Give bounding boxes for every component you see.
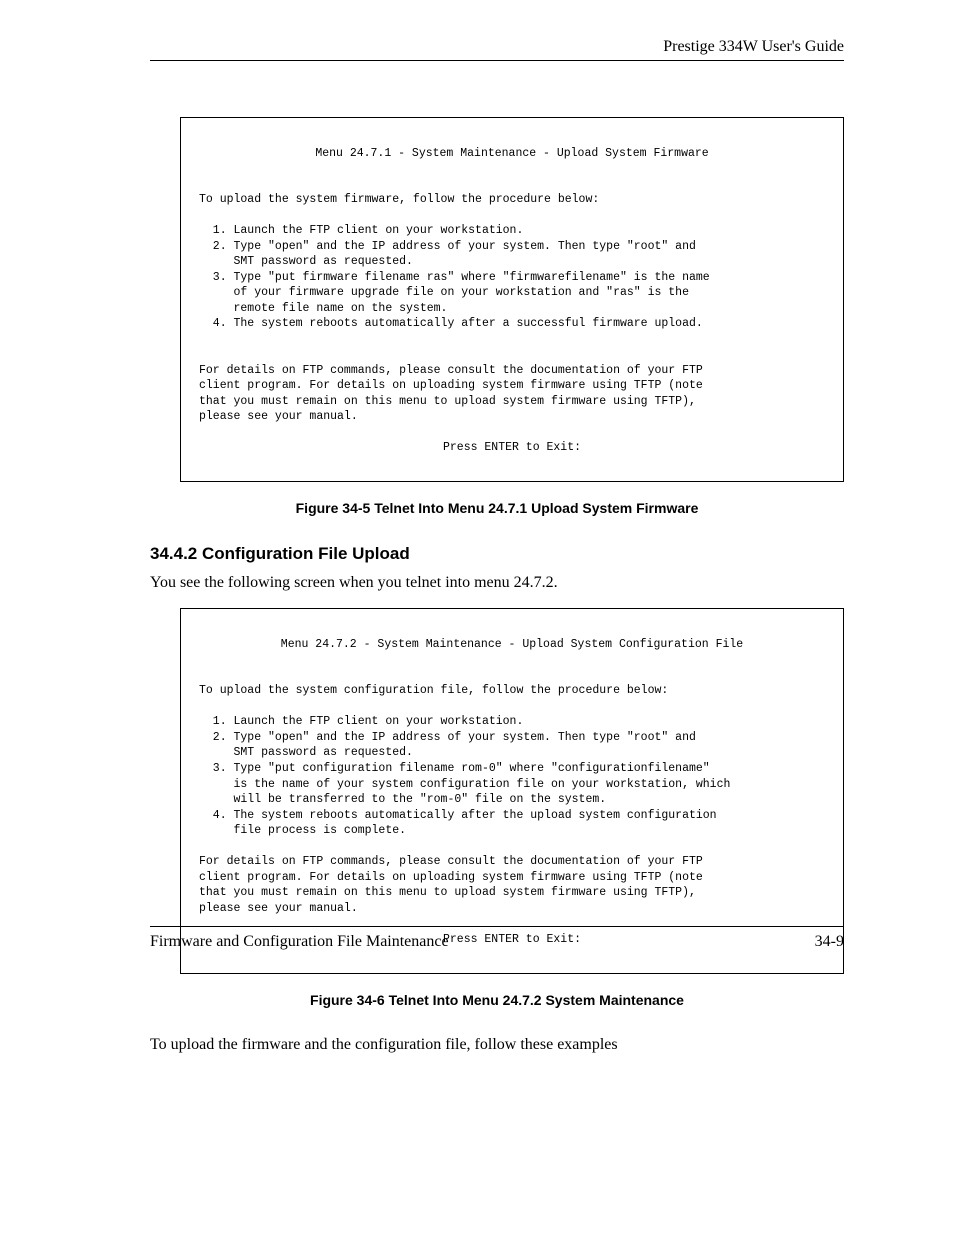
terminal-1-exit: Press ENTER to Exit:	[199, 440, 825, 456]
terminal-1-step2b: SMT password as requested.	[199, 255, 413, 268]
terminal-2-step3c: will be transferred to the "rom-0" file …	[199, 793, 606, 806]
terminal-2-details2: client program. For details on uploading…	[199, 871, 703, 884]
terminal-1-step2a: 2. Type "open" and the IP address of you…	[199, 240, 696, 253]
page: Prestige 334W User's Guide Menu 24.7.1 -…	[0, 0, 954, 1235]
terminal-1-title: Menu 24.7.1 - System Maintenance - Uploa…	[199, 146, 825, 162]
page-header: Prestige 334W User's Guide	[150, 38, 844, 61]
terminal-2-step1: 1. Launch the FTP client on your worksta…	[199, 715, 523, 728]
terminal-1-details3: that you must remain on this menu to upl…	[199, 395, 696, 408]
terminal-2-step2a: 2. Type "open" and the IP address of you…	[199, 731, 696, 744]
terminal-1-step4: 4. The system reboots automatically afte…	[199, 317, 703, 330]
terminal-2-step3b: is the name of your system configuration…	[199, 778, 730, 791]
section-intro: You see the following screen when you te…	[150, 574, 844, 592]
terminal-1-intro: To upload the system firmware, follow th…	[199, 193, 599, 206]
figure-caption-2: Figure 34-6 Telnet Into Menu 24.7.2 Syst…	[150, 992, 844, 1008]
terminal-1-step3c: remote file name on the system.	[199, 302, 447, 315]
figure-caption-1: Figure 34-5 Telnet Into Menu 24.7.1 Uplo…	[150, 500, 844, 516]
footer-left: Firmware and Configuration File Maintena…	[150, 933, 449, 951]
section-heading: 34.4.2 Configuration File Upload	[150, 544, 844, 564]
footer-right: 34-9	[815, 933, 844, 951]
terminal-2-step2b: SMT password as requested.	[199, 746, 413, 759]
terminal-1-step1: 1. Launch the FTP client on your worksta…	[199, 224, 523, 237]
closing-text: To upload the firmware and the configura…	[150, 1036, 844, 1054]
terminal-2-details3: that you must remain on this menu to upl…	[199, 886, 696, 899]
header-title: Prestige 334W User's Guide	[663, 38, 844, 55]
terminal-1-step3b: of your firmware upgrade file on your wo…	[199, 286, 689, 299]
terminal-1-step3a: 3. Type "put firmware filename ras" wher…	[199, 271, 710, 284]
terminal-2-step4b: file process is complete.	[199, 824, 406, 837]
terminal-2-title: Menu 24.7.2 - System Maintenance - Uploa…	[199, 637, 825, 653]
terminal-2-details4: please see your manual.	[199, 902, 358, 915]
terminal-box-2: Menu 24.7.2 - System Maintenance - Uploa…	[180, 608, 844, 973]
terminal-2-intro: To upload the system configuration file,…	[199, 684, 668, 697]
page-footer: Firmware and Configuration File Maintena…	[150, 926, 844, 951]
terminal-box-1: Menu 24.7.1 - System Maintenance - Uploa…	[180, 117, 844, 482]
terminal-2-step4a: 4. The system reboots automatically afte…	[199, 809, 717, 822]
terminal-1-details2: client program. For details on uploading…	[199, 379, 703, 392]
terminal-2-details1: For details on FTP commands, please cons…	[199, 855, 703, 868]
terminal-1-details1: For details on FTP commands, please cons…	[199, 364, 703, 377]
terminal-1-details4: please see your manual.	[199, 410, 358, 423]
terminal-2-step3a: 3. Type "put configuration filename rom-…	[199, 762, 710, 775]
